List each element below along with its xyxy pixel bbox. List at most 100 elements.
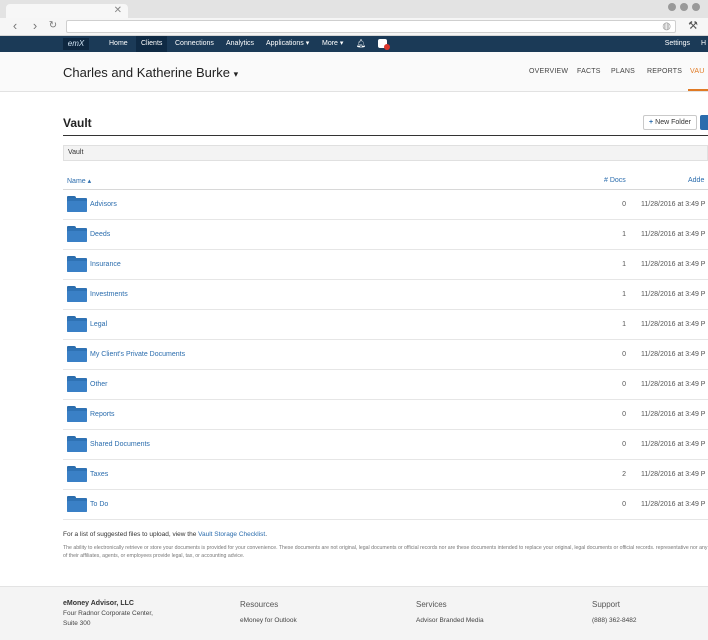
window-dot[interactable] (692, 3, 700, 11)
folder-name[interactable]: Other (90, 381, 108, 388)
nav-analytics[interactable]: Analytics (221, 36, 259, 52)
services-heading: Services (416, 600, 447, 609)
tab-overview[interactable]: OVERVIEW (529, 68, 568, 75)
resources-link[interactable]: eMoney for Outlook (240, 617, 297, 624)
folder-name[interactable]: Reports (90, 411, 115, 418)
folder-name[interactable]: Taxes (90, 471, 108, 478)
folder-name[interactable]: Investments (90, 291, 128, 298)
folder-icon[interactable] (67, 316, 87, 332)
table-row[interactable]: To Do 0 11/28/2016 at 3:49 P (63, 490, 708, 520)
table-row[interactable]: Insurance 1 11/28/2016 at 3:49 P (63, 250, 708, 280)
date-added: 11/28/2016 at 3:49 P (641, 261, 706, 268)
folder-icon[interactable] (67, 406, 87, 422)
disclaimer-text: The ability to electronically retrieve o… (63, 545, 708, 559)
folder-icon[interactable] (67, 226, 87, 242)
services-link[interactable]: Advisor Branded Media (416, 617, 484, 624)
date-added: 11/28/2016 at 3:49 P (641, 321, 706, 328)
folder-icon[interactable] (67, 466, 87, 482)
page-title: Vault (63, 116, 92, 130)
window-dot[interactable] (668, 3, 676, 11)
folder-icon[interactable] (67, 376, 87, 392)
folder-name[interactable]: Insurance (90, 261, 121, 268)
client-name-dropdown[interactable]: Charles and Katherine Burke ▾ (63, 65, 238, 80)
folder-name[interactable]: Advisors (90, 201, 117, 208)
folder-icon[interactable] (67, 346, 87, 362)
tab-plans[interactable]: PLANS (611, 68, 635, 75)
checklist-suffix: . (265, 531, 268, 538)
date-added: 11/28/2016 at 3:49 P (641, 291, 706, 298)
table-row[interactable]: Other 0 11/28/2016 at 3:49 P (63, 370, 708, 400)
reload-icon[interactable]: ↻ (46, 19, 60, 33)
folder-name[interactable]: Legal (90, 321, 107, 328)
new-folder-button[interactable]: + New Folder (643, 115, 697, 130)
footer-support: Support (888) 362-8482 (592, 600, 636, 624)
breadcrumb-item[interactable]: Vault (68, 146, 83, 160)
table-row[interactable]: Advisors 0 11/28/2016 at 3:49 P (63, 190, 708, 220)
table-row[interactable]: Investments 1 11/28/2016 at 3:49 P (63, 280, 708, 310)
active-tab-indicator (688, 89, 708, 91)
table-row[interactable]: Legal 1 11/28/2016 at 3:49 P (63, 310, 708, 340)
date-added: 11/28/2016 at 3:49 P (641, 231, 706, 238)
checklist-prefix: For a list of suggested files to upload,… (63, 531, 199, 538)
date-added: 11/28/2016 at 3:49 P (641, 201, 706, 208)
folder-icon[interactable] (67, 496, 87, 512)
doc-count: 0 (622, 441, 626, 448)
emx-logo[interactable]: emX (63, 38, 89, 50)
nav-home[interactable]: Home (104, 36, 133, 52)
nav-clients[interactable]: Clients (136, 36, 168, 52)
chevron-left-icon[interactable]: ‹ (8, 19, 22, 33)
folder-name[interactable]: Shared Documents (90, 441, 150, 448)
company-name: eMoney Advisor, LLC (63, 600, 134, 607)
nav-more[interactable]: More ▾ (317, 36, 348, 52)
doc-count: 1 (622, 291, 626, 298)
tab-facts[interactable]: FACTS (577, 68, 601, 75)
table-row[interactable]: Deeds 1 11/28/2016 at 3:49 P (63, 220, 708, 250)
chevron-right-icon[interactable]: › (28, 19, 42, 33)
nav-applications[interactable]: Applications ▾ (261, 36, 314, 52)
folder-icon[interactable] (67, 286, 87, 302)
date-added: 11/28/2016 at 3:49 P (641, 441, 706, 448)
window-dot[interactable] (680, 3, 688, 11)
column-header-docs[interactable]: # Docs (604, 177, 626, 184)
divider (63, 135, 708, 136)
column-header-added[interactable]: Adde (688, 177, 704, 184)
table-row[interactable]: My Client's Private Documents 0 11/28/2016… (63, 340, 708, 370)
folder-icon[interactable] (67, 256, 87, 272)
date-added: 11/28/2016 at 3:49 P (641, 351, 706, 358)
support-phone[interactable]: (888) 362-8482 (592, 617, 636, 624)
folder-name[interactable]: My Client's Private Documents (90, 351, 185, 358)
table-row[interactable]: Reports 0 11/28/2016 at 3:49 P (63, 400, 708, 430)
doc-count: 1 (622, 321, 626, 328)
table-row[interactable]: Taxes 2 11/28/2016 at 3:49 P (63, 460, 708, 490)
close-tab-icon[interactable]: ✕ (114, 4, 122, 18)
folder-name[interactable]: Deeds (90, 231, 110, 238)
folder-icon[interactable] (67, 196, 87, 212)
browser-toolbar: ‹ › ↻ ◍ ⚒ (0, 18, 708, 36)
resources-heading: Resources (240, 600, 279, 609)
address-line: Four Radnor Corporate Center, (63, 610, 153, 617)
globe-icon: ◍ (662, 21, 671, 32)
doc-count: 0 (622, 381, 626, 388)
new-folder-label: New Folder (655, 119, 691, 126)
nav-overflow[interactable]: H (701, 36, 706, 52)
upload-button[interactable] (700, 115, 708, 130)
nav-connections[interactable]: Connections (170, 36, 219, 52)
extension-icon[interactable]: ⚒ (688, 19, 698, 33)
column-header-name[interactable]: Name ▴ (67, 177, 91, 185)
tab-vault[interactable]: VAU (690, 68, 704, 75)
browser-tab[interactable]: ✕ (6, 4, 128, 18)
date-added: 11/28/2016 at 3:49 P (641, 471, 706, 478)
address-bar[interactable]: ◍ (66, 20, 676, 33)
folder-icon[interactable] (67, 436, 87, 452)
bell-icon[interactable]: 🔔︎ (356, 36, 366, 52)
date-added: 11/28/2016 at 3:49 P (641, 411, 706, 418)
browser-tabstrip: ✕ (0, 0, 708, 18)
doc-count: 0 (622, 411, 626, 418)
window-controls (668, 3, 700, 11)
doc-count: 1 (622, 261, 626, 268)
vault-storage-checklist-link[interactable]: Vault Storage Checklist (198, 531, 265, 538)
tab-reports[interactable]: REPORTS (647, 68, 682, 75)
folder-name[interactable]: To Do (90, 501, 108, 508)
nav-settings[interactable]: Settings (665, 36, 690, 52)
table-row[interactable]: Shared Documents 0 11/28/2016 at 3:49 P (63, 430, 708, 460)
